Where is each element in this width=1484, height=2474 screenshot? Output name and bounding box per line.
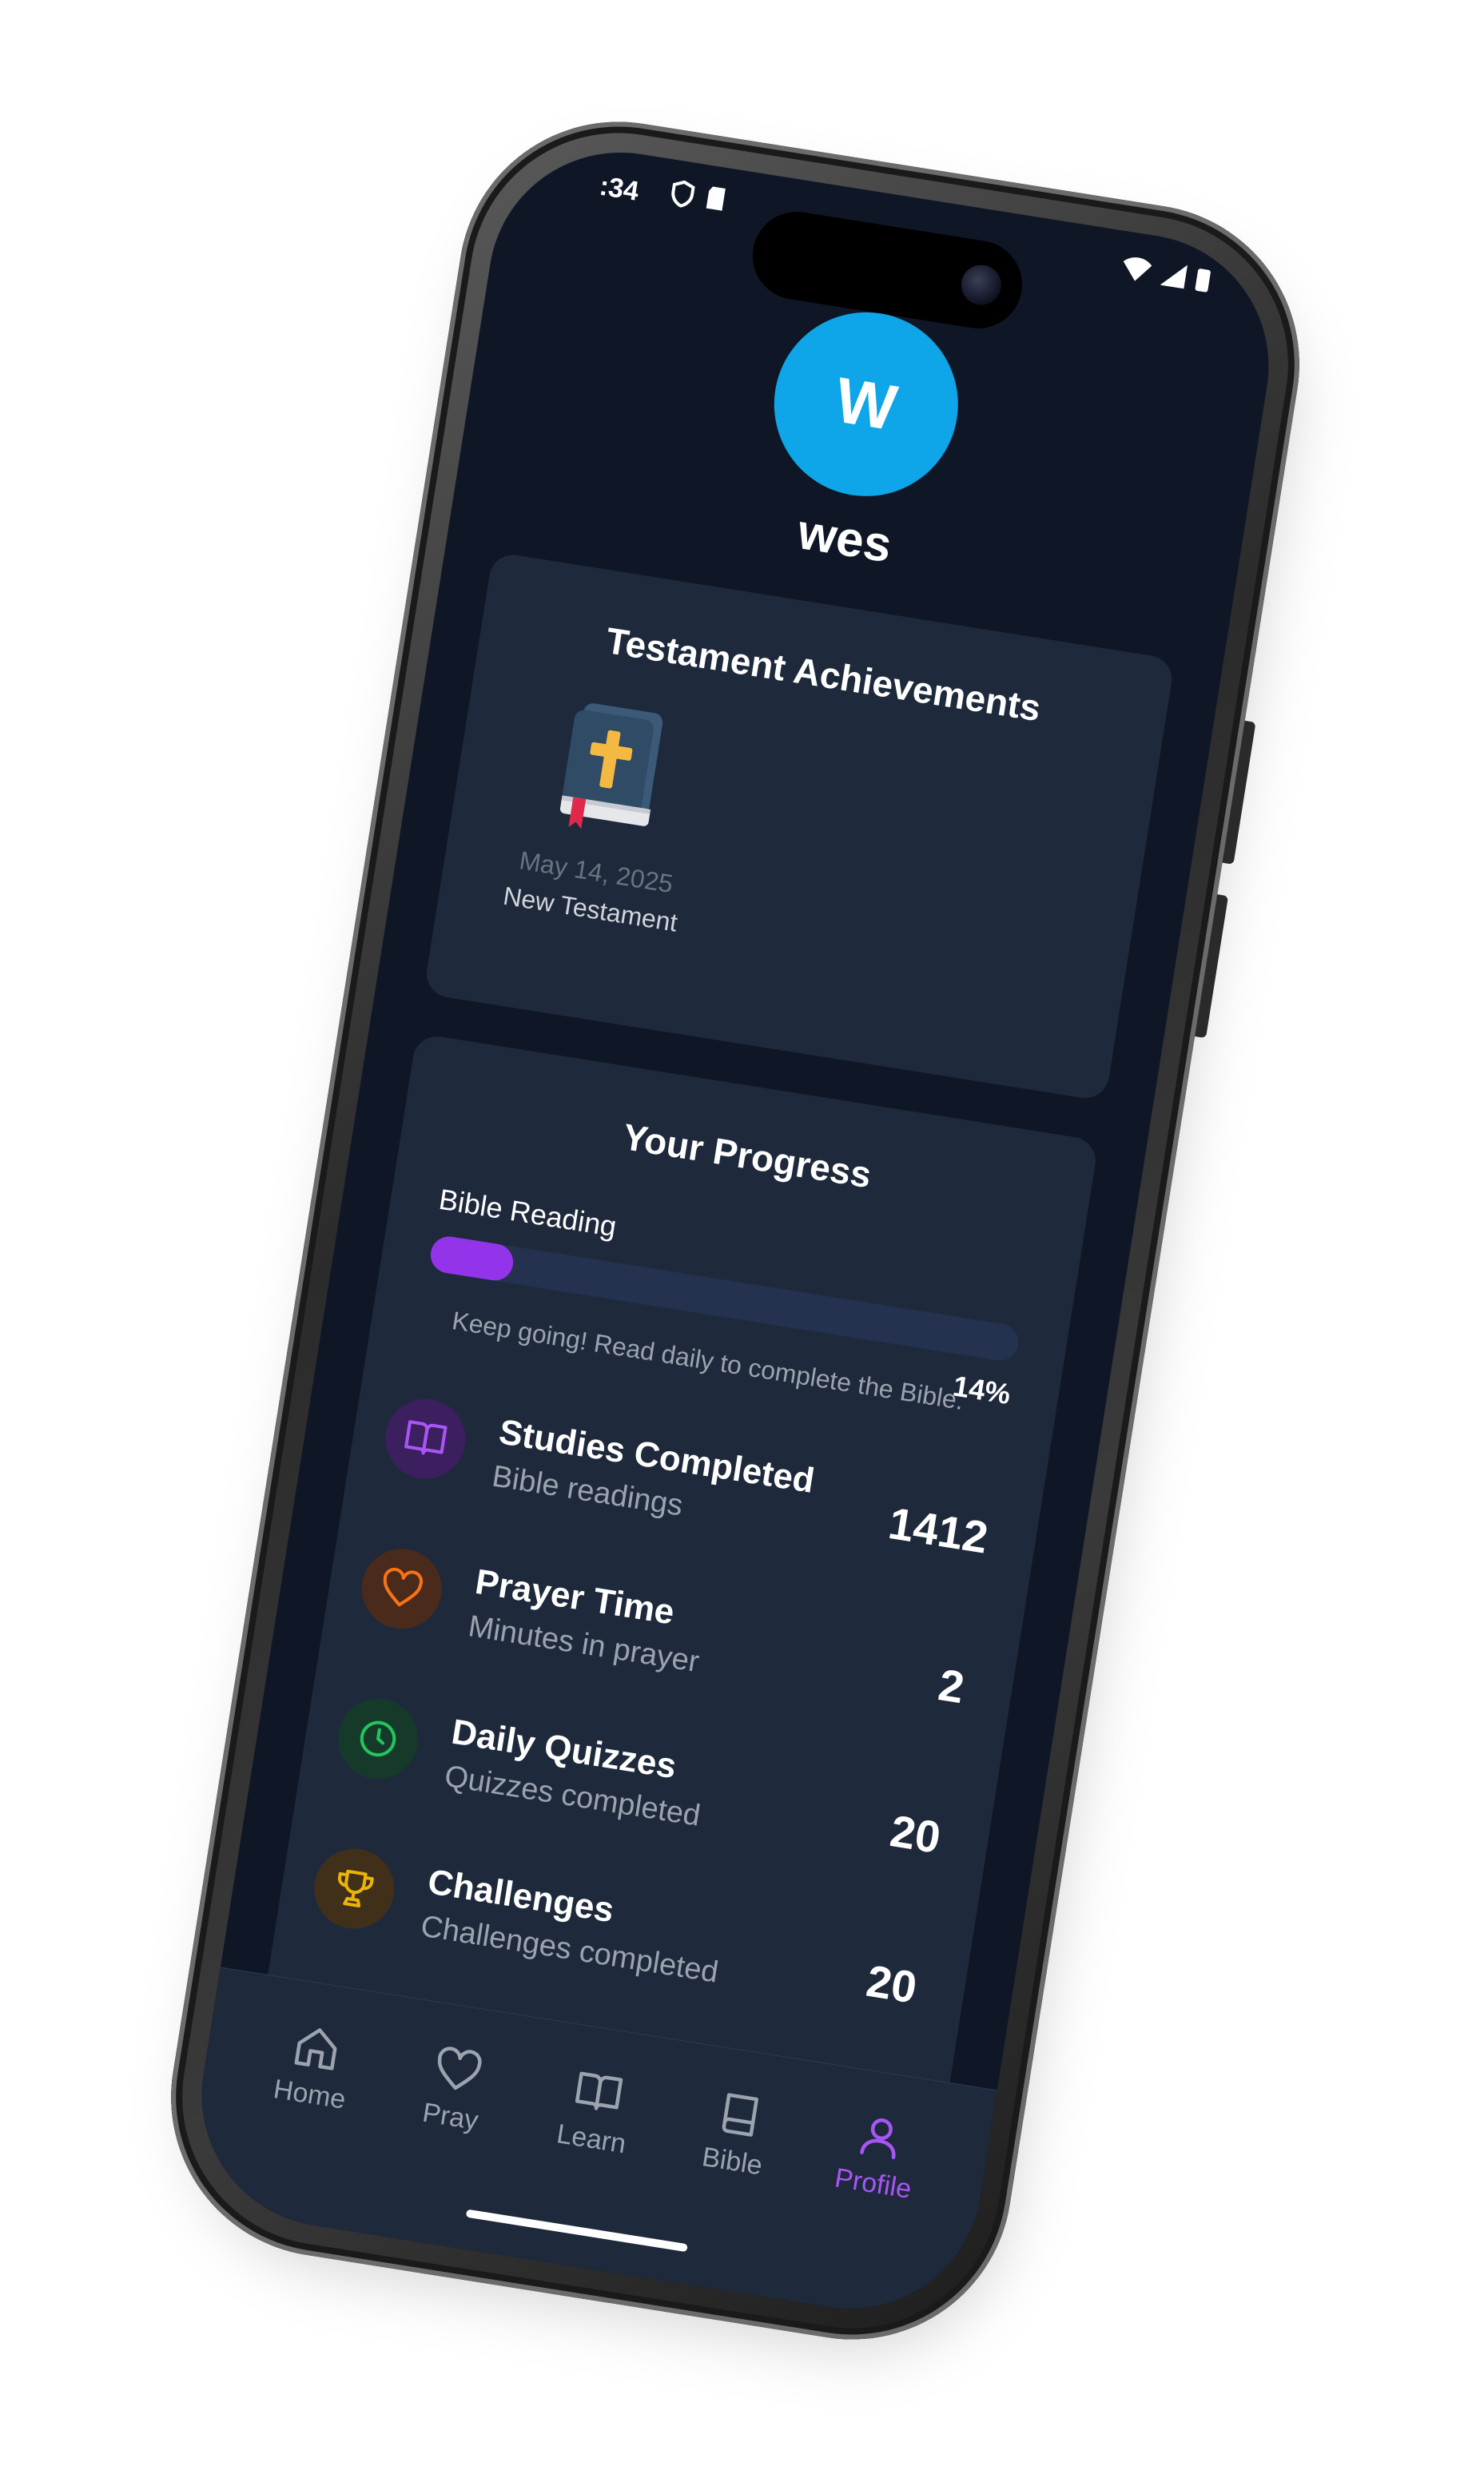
- heart-icon: [437, 2046, 482, 2090]
- nav-profile[interactable]: Profile: [811, 2096, 945, 2209]
- book-icon: [722, 2093, 758, 2137]
- nav-bible[interactable]: Bible: [670, 2074, 804, 2186]
- phone-frame: :34 W wes Testament Achievements May 14,…: [148, 98, 1323, 2363]
- shield-icon: [671, 180, 695, 208]
- clock-icon: [332, 1692, 424, 1785]
- sd-card-icon: [706, 186, 726, 211]
- screen: :34 W wes Testament Achievements May 14,…: [182, 133, 1288, 2328]
- heart-icon: [356, 1543, 448, 1635]
- home-icon: [294, 2028, 337, 2070]
- avatar[interactable]: W: [761, 299, 972, 510]
- side-button: [1222, 720, 1256, 865]
- book-open-icon: [575, 2071, 623, 2110]
- status-icons-right: [1119, 253, 1213, 294]
- home-indicator[interactable]: [465, 2209, 688, 2253]
- nav-pray[interactable]: Pray: [388, 2029, 522, 2142]
- trophy-icon: [308, 1843, 400, 1935]
- stat-value: 1412: [885, 1498, 992, 1563]
- side-button: [1195, 894, 1229, 1039]
- bible-reading-label: Bible Reading: [436, 1182, 619, 1243]
- camera-lens: [958, 261, 1005, 308]
- bible-cross-icon: [552, 694, 674, 836]
- profile-page: :34 W wes Testament Achievements May 14,…: [182, 133, 1287, 2328]
- progress-card: Your Progress Bible Reading 14% Keep goi…: [258, 1032, 1100, 2144]
- nav-home[interactable]: Home: [248, 2007, 381, 2119]
- battery-icon: [1195, 268, 1211, 292]
- stage: :34 W wes Testament Achievements May 14,…: [0, 0, 1484, 2474]
- stat-value: 20: [863, 1955, 921, 2013]
- achievements-card: Testament Achievements May 14, 2025 New …: [423, 551, 1176, 1102]
- stat-value: 2: [935, 1659, 968, 1713]
- stat-value: 20: [886, 1805, 945, 1863]
- book-open-icon: [380, 1393, 471, 1485]
- signal-icon: [1160, 265, 1188, 289]
- achievement-item[interactable]: May 14, 2025 New Testament: [493, 686, 718, 939]
- status-time: :34: [597, 170, 641, 207]
- status-icons-left: [670, 179, 727, 214]
- user-icon: [860, 2118, 896, 2160]
- nav-learn[interactable]: Learn: [530, 2051, 663, 2164]
- wifi-icon: [1123, 257, 1152, 281]
- progress-bar-fill: [428, 1234, 516, 1283]
